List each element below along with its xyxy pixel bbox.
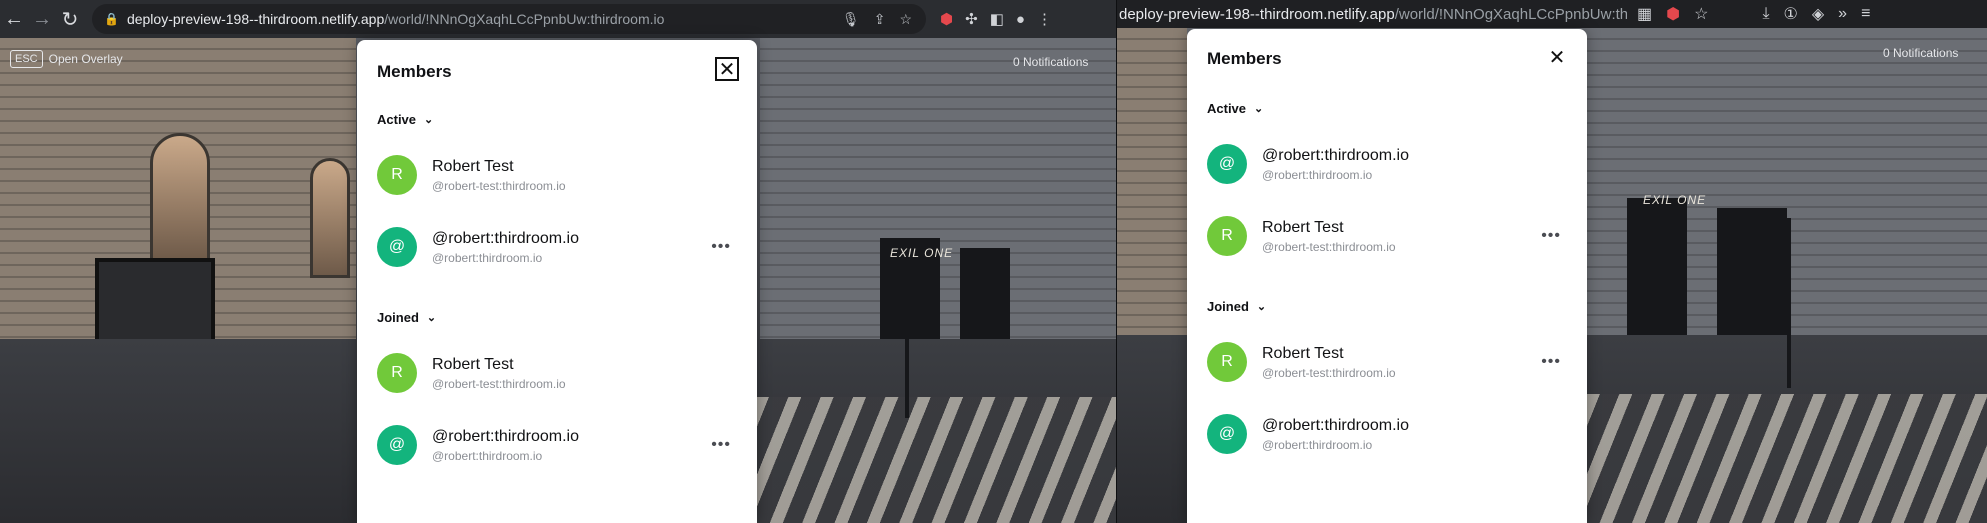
member-name: Robert Test bbox=[432, 157, 514, 175]
section-label: Active bbox=[377, 112, 417, 127]
member-row[interactable]: R Robert Test @robert-test:thirdroom.io bbox=[377, 350, 737, 396]
window bbox=[310, 158, 350, 278]
menu-icon[interactable]: ⋮ bbox=[1037, 10, 1052, 28]
member-id: @robert-test:thirdroom.io bbox=[1262, 365, 1396, 380]
share-icon[interactable]: ⇪ bbox=[874, 11, 886, 28]
member-row[interactable]: @ @robert:thirdroom.io @robert:thirdroom.… bbox=[1207, 411, 1567, 457]
back-icon[interactable]: ← bbox=[0, 8, 28, 31]
menu-icon[interactable]: ≡ bbox=[1861, 5, 1870, 23]
address-bar[interactable]: 🔒 deploy-preview-198--thirdroom.netlify.… bbox=[92, 4, 926, 34]
avatar: R bbox=[1207, 216, 1247, 256]
member-name: @robert:thirdroom.io bbox=[1262, 146, 1409, 164]
star-icon[interactable]: ☆ bbox=[899, 11, 912, 28]
avatar: R bbox=[377, 155, 417, 195]
overflow-icon[interactable]: » bbox=[1838, 5, 1847, 23]
profile-icon[interactable]: ● bbox=[1016, 11, 1025, 28]
panel-title: Members bbox=[1207, 49, 1282, 68]
member-id: @robert-test:thirdroom.io bbox=[1262, 239, 1396, 254]
section-active[interactable]: Active ⌄ bbox=[1207, 101, 1263, 116]
chevron-down-icon: ⌄ bbox=[1254, 103, 1264, 115]
member-id: @robert-test:thirdroom.io bbox=[432, 376, 566, 391]
overlay-label: Open Overlay bbox=[48, 52, 123, 66]
overlay-hint[interactable]: ESC Open Overlay bbox=[10, 50, 123, 68]
extension-shield-icon[interactable]: ⬢ bbox=[940, 10, 953, 28]
chevron-down-icon: ⌄ bbox=[1256, 301, 1267, 313]
close-icon[interactable]: ✕ bbox=[1545, 45, 1569, 69]
extension-icon[interactable]: ◈ bbox=[1812, 4, 1824, 24]
star-icon[interactable]: ☆ bbox=[1694, 4, 1708, 24]
close-icon[interactable]: ✕ bbox=[715, 57, 739, 81]
member-name: Robert Test bbox=[1262, 218, 1344, 236]
more-options-icon[interactable]: ••• bbox=[1541, 227, 1567, 245]
left-screenshot: ← → ↻ 🔒 deploy-preview-198--thirdroom.ne… bbox=[0, 0, 1116, 523]
member-row[interactable]: @ @robert:thirdroom.io @robert:thirdroom.… bbox=[1207, 141, 1567, 187]
extension-icon[interactable]: ✣ bbox=[965, 10, 978, 28]
member-row[interactable]: @ @robert:thirdroom.io @robert:thirdroom.… bbox=[377, 422, 737, 468]
mic-icon[interactable]: 🎙 bbox=[842, 11, 860, 28]
street-sign: EXIL ONE bbox=[1643, 193, 1707, 207]
street-pole bbox=[1787, 218, 1791, 388]
reload-icon[interactable]: ↻ bbox=[56, 7, 84, 32]
building-left bbox=[1117, 28, 1187, 335]
forward-icon[interactable]: → bbox=[28, 8, 56, 31]
section-joined[interactable]: Joined ⌄ bbox=[377, 310, 436, 325]
right-screenshot: deploy-preview-198--thirdroom.netlify.ap… bbox=[1116, 0, 1987, 523]
member-name: Robert Test bbox=[1262, 344, 1344, 362]
url-text[interactable]: deploy-preview-198--thirdroom.netlify.ap… bbox=[1117, 6, 1627, 23]
notifications-count[interactable]: 0 Notifications bbox=[1013, 55, 1088, 69]
member-id: @robert-test:thirdroom.io bbox=[432, 178, 566, 193]
member-id: @robert:thirdroom.io bbox=[432, 250, 543, 265]
avatar: @ bbox=[1207, 144, 1247, 184]
password-icon[interactable]: ① bbox=[1784, 4, 1798, 24]
sidebar-icon[interactable]: ◧ bbox=[990, 10, 1004, 28]
storefront bbox=[1627, 198, 1687, 348]
more-options-icon[interactable]: ••• bbox=[1541, 353, 1567, 371]
street-pole bbox=[905, 268, 909, 418]
members-panel: Members ✕ Active ⌄ R Robert Test @robert-… bbox=[357, 40, 757, 523]
lock-icon: 🔒 bbox=[104, 12, 119, 26]
member-row[interactable]: R Robert Test @robert-test:thirdroom.io •… bbox=[1207, 339, 1567, 385]
qr-icon[interactable]: ▦ bbox=[1637, 4, 1652, 24]
panel-title: Members bbox=[377, 62, 452, 81]
member-row[interactable]: R Robert Test @robert-test:thirdroom.io •… bbox=[1207, 213, 1567, 259]
member-id: @robert:thirdroom.io bbox=[432, 448, 543, 463]
storefront bbox=[1717, 208, 1787, 348]
crosswalk bbox=[1587, 394, 1987, 523]
member-row[interactable]: @ @robert:thirdroom.io @robert:thirdroom.… bbox=[377, 224, 737, 270]
url-text: deploy-preview-198--thirdroom.netlify.ap… bbox=[126, 11, 665, 27]
avatar: R bbox=[1207, 342, 1247, 382]
section-label: Joined bbox=[377, 310, 419, 325]
more-options-icon[interactable]: ••• bbox=[711, 238, 737, 256]
section-label: Active bbox=[1207, 101, 1247, 116]
browser-toolbar: deploy-preview-198--thirdroom.netlify.ap… bbox=[1117, 0, 1987, 28]
members-panel: Members ✕ Active ⌄ @ @robert:thirdroom.i… bbox=[1187, 29, 1587, 523]
member-name: @robert:thirdroom.io bbox=[432, 229, 579, 247]
member-name: @robert:thirdroom.io bbox=[1262, 416, 1409, 434]
download-icon[interactable]: ⤓ bbox=[1762, 5, 1769, 23]
street-sign: EXIL ONE bbox=[890, 246, 954, 260]
member-name: @robert:thirdroom.io bbox=[432, 427, 579, 445]
notifications-count[interactable]: 0 Notifications bbox=[1883, 46, 1958, 60]
member-id: @robert:thirdroom.io bbox=[1262, 167, 1373, 182]
member-id: @robert:thirdroom.io bbox=[1262, 437, 1373, 452]
extension-shield-icon[interactable]: ⬢ bbox=[1666, 4, 1680, 24]
avatar: @ bbox=[1207, 414, 1247, 454]
window bbox=[150, 133, 210, 263]
section-label: Joined bbox=[1207, 299, 1249, 314]
esc-key: ESC bbox=[10, 50, 43, 68]
member-row[interactable]: R Robert Test @robert-test:thirdroom.io bbox=[377, 152, 737, 198]
section-active[interactable]: Active ⌄ bbox=[377, 112, 433, 127]
crosswalk bbox=[756, 396, 1116, 523]
avatar: R bbox=[377, 353, 417, 393]
avatar: @ bbox=[377, 227, 417, 267]
chevron-down-icon: ⌄ bbox=[426, 312, 437, 324]
section-joined[interactable]: Joined ⌄ bbox=[1207, 299, 1266, 314]
member-name: Robert Test bbox=[432, 355, 514, 373]
more-options-icon[interactable]: ••• bbox=[711, 436, 737, 454]
avatar: @ bbox=[377, 425, 417, 465]
browser-toolbar: ← → ↻ 🔒 deploy-preview-198--thirdroom.ne… bbox=[0, 0, 1116, 38]
chevron-down-icon: ⌄ bbox=[424, 114, 434, 126]
